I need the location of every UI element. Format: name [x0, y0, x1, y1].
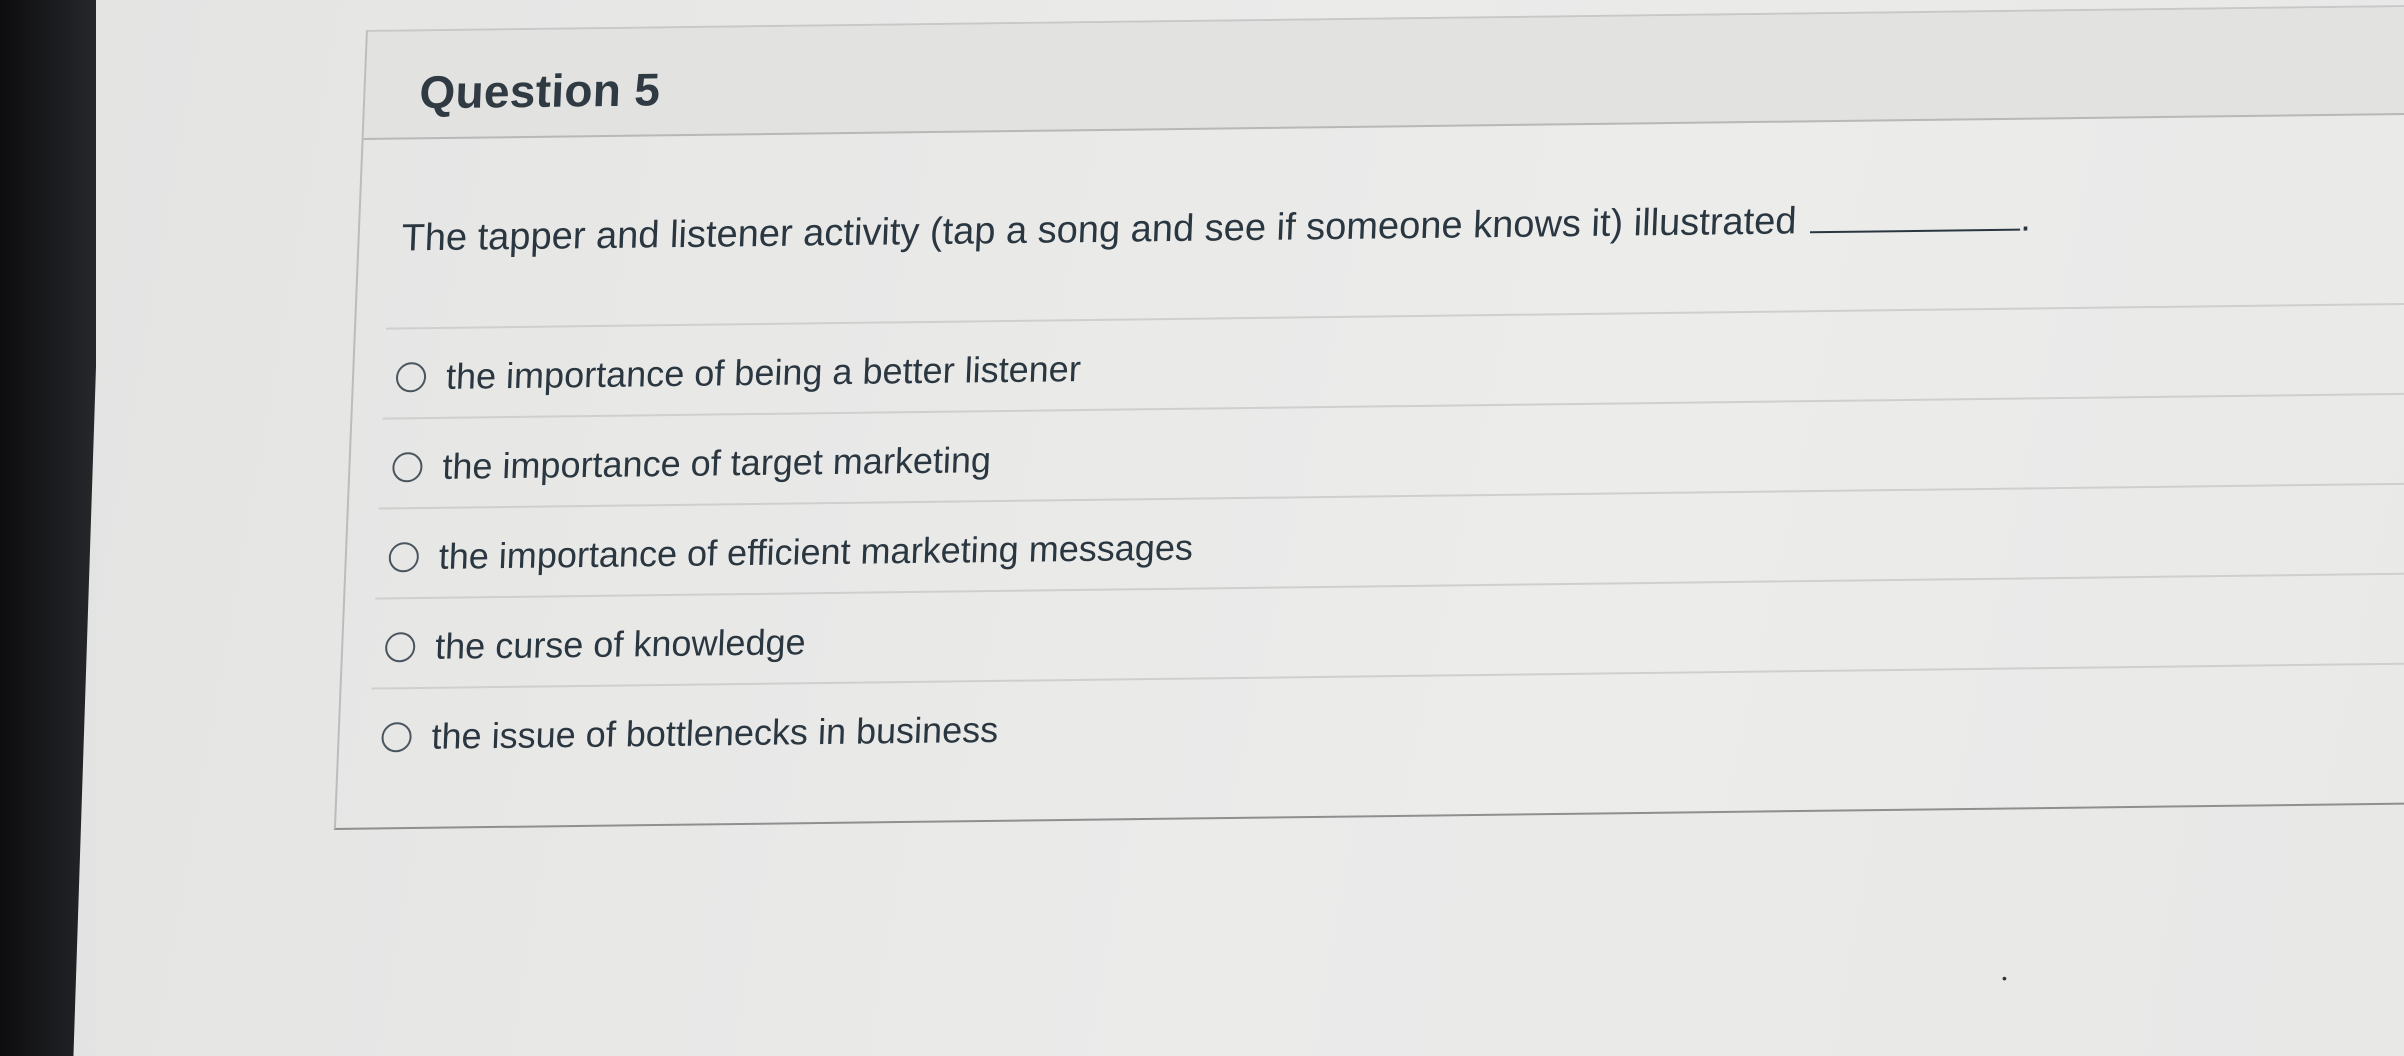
answer-label: the issue of bottlenecks in business [430, 708, 1000, 757]
answer-option-5[interactable]: the issue of bottlenecks in business [380, 700, 999, 768]
answer-option-4[interactable]: the curse of knowledge [384, 612, 807, 677]
answer-option-2[interactable]: the importance of target marketing [391, 430, 992, 497]
radio-button[interactable] [380, 722, 413, 753]
radio-button[interactable] [384, 632, 416, 663]
answer-label: the importance of efficient marketing me… [438, 526, 1194, 577]
answer-blank [1810, 200, 2022, 234]
answer-label: the importance of being a better listene… [445, 348, 1082, 397]
question-card: Question 5 The tapper and listener activ… [333, 4, 2404, 830]
answer-label: the curse of knowledge [434, 621, 807, 667]
radio-button[interactable] [395, 362, 427, 393]
question-header: Question 5 [363, 6, 2404, 140]
question-text: The tapper and listener activity (tap a … [401, 198, 2032, 261]
answer-label: the importance of target marketing [441, 439, 992, 487]
divider [385, 302, 2404, 330]
page: Question 5 The tapper and listener activ… [96, 0, 2404, 1056]
answer-option-3[interactable]: the importance of efficient marketing me… [388, 518, 1195, 588]
radio-button[interactable] [391, 452, 424, 483]
radio-button[interactable] [388, 542, 420, 573]
question-period: . [2019, 197, 2033, 240]
screen-speck: • [2002, 970, 2007, 986]
question-prompt: The tapper and listener activity (tap a … [400, 200, 1798, 260]
question-title: Question 5 [418, 63, 662, 119]
answer-option-1[interactable]: the importance of being a better listene… [395, 339, 1082, 407]
monitor-bezel [0, 0, 108, 1056]
